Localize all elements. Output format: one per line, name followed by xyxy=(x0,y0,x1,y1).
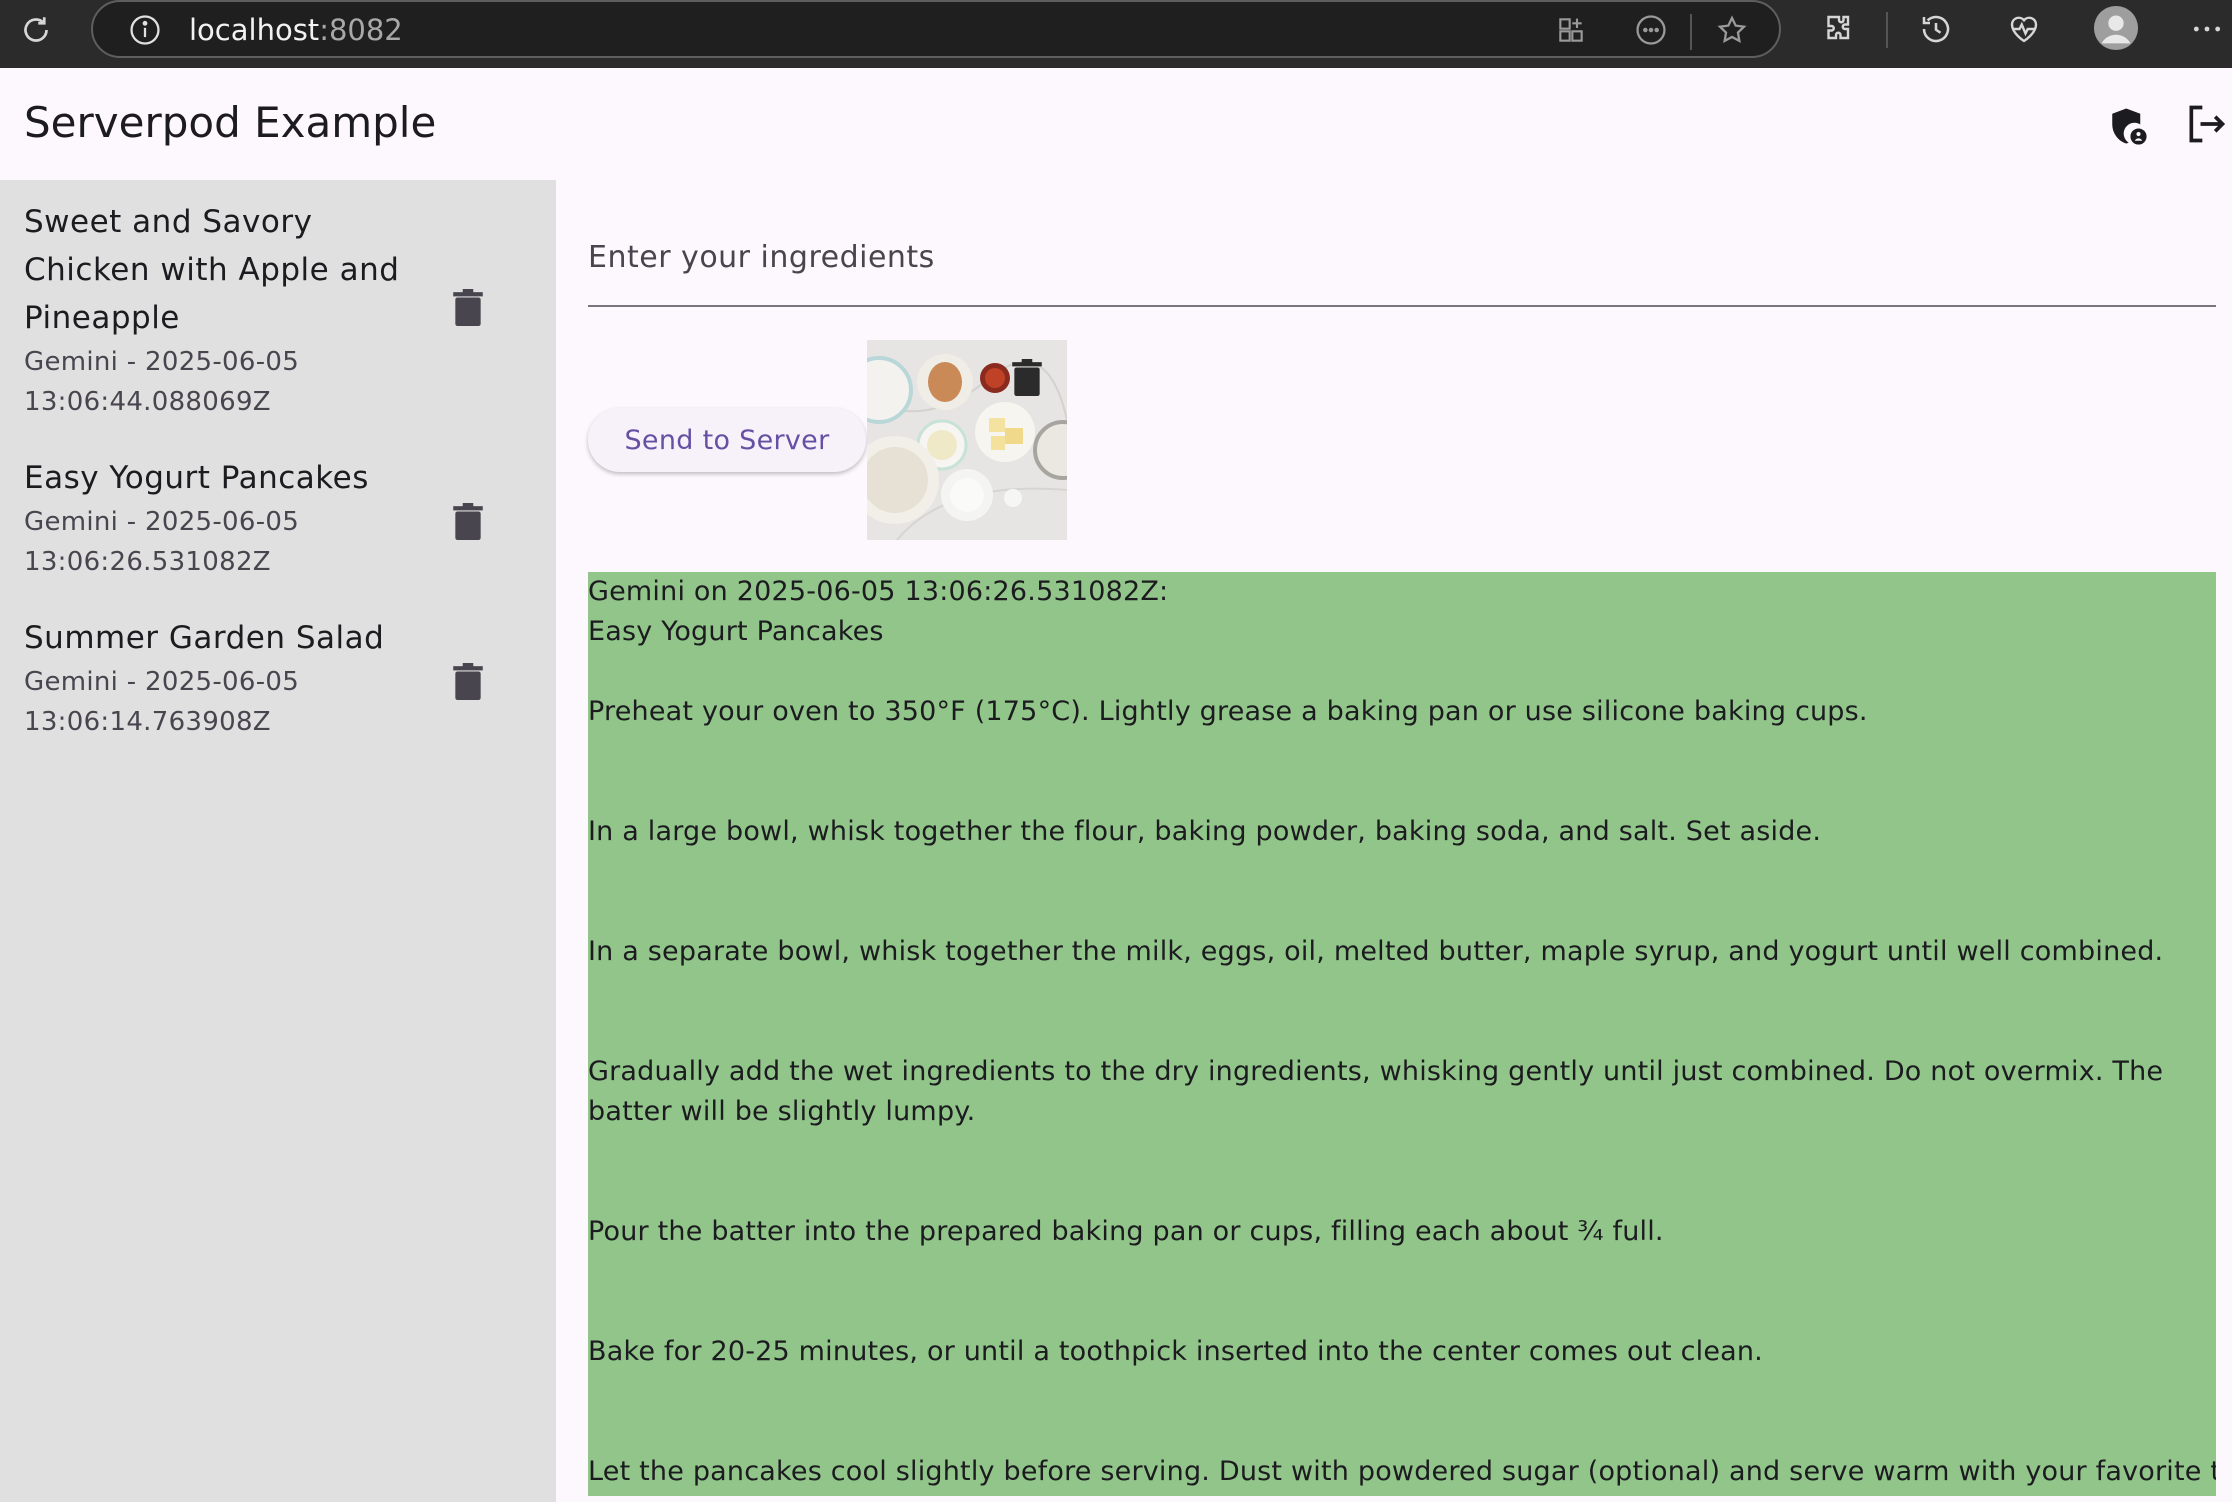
url-port: :8082 xyxy=(319,13,403,47)
response-header: Gemini on 2025-06-05 13:06:26.531082Z: xyxy=(588,576,1169,607)
delete-recipe-button[interactable] xyxy=(446,284,490,332)
app-grid-icon[interactable] xyxy=(1551,10,1591,50)
trash-icon xyxy=(453,663,483,700)
trash-icon xyxy=(453,503,483,540)
recipe-subtitle: Gemini - 2025-06-05 13:06:44.088069Z xyxy=(24,347,300,417)
recipe-title: Easy Yogurt Pancakes xyxy=(24,460,369,496)
trash-icon xyxy=(453,289,483,326)
delete-recipe-button[interactable] xyxy=(446,498,490,546)
response-step: In a large bowl, whisk together the flou… xyxy=(588,816,1822,847)
site-info-icon[interactable] xyxy=(125,10,165,50)
recipe-history-sidebar: Sweet and Savory Chicken with Apple and … xyxy=(0,180,556,1502)
recipe-subtitle: Gemini - 2025-06-05 13:06:14.763908Z xyxy=(24,667,300,737)
send-to-server-button[interactable]: Send to Server xyxy=(588,408,866,472)
recipe-response: Gemini on 2025-06-05 13:06:26.531082Z: E… xyxy=(588,572,2216,1496)
extensions-icon[interactable] xyxy=(1818,8,1860,50)
response-step: Preheat your oven to 350°F (175°C). Ligh… xyxy=(588,696,1868,727)
response-step: Bake for 20-25 minutes, or until a tooth… xyxy=(588,1336,1763,1367)
toolbar-divider xyxy=(1690,14,1692,50)
logout-icon[interactable] xyxy=(2182,100,2230,148)
trash-icon xyxy=(1012,359,1042,396)
remove-photo-button[interactable] xyxy=(1010,358,1044,398)
history-icon[interactable] xyxy=(1915,8,1957,50)
profile-avatar-icon[interactable] xyxy=(2092,4,2140,52)
response-step: Pour the batter into the prepared baking… xyxy=(588,1216,1664,1247)
response-step: In a separate bowl, whisk together the m… xyxy=(588,936,2164,967)
security-shield-icon[interactable] xyxy=(2104,102,2152,150)
more-menu-icon[interactable] xyxy=(2186,8,2228,50)
list-item[interactable]: Easy Yogurt Pancakes Gemini - 2025-06-05… xyxy=(0,446,556,606)
response-recipe-title: Easy Yogurt Pancakes xyxy=(588,616,884,647)
recipe-title: Sweet and Savory Chicken with Apple and … xyxy=(24,204,400,336)
browser-toolbar: localhost:8082 xyxy=(0,0,2232,68)
delete-recipe-button[interactable] xyxy=(446,658,490,706)
url-host: localhost xyxy=(189,13,320,47)
toolbar-divider xyxy=(1886,12,1888,48)
list-item[interactable]: Sweet and Savory Chicken with Apple and … xyxy=(0,190,556,440)
address-bar[interactable]: localhost:8082 xyxy=(91,0,1781,58)
recipe-subtitle: Gemini - 2025-06-05 13:06:26.531082Z xyxy=(24,507,300,577)
ingredients-input[interactable]: Enter your ingredients xyxy=(588,240,935,275)
url-text[interactable]: localhost:8082 xyxy=(189,13,403,47)
ingredients-input-underline xyxy=(588,305,2216,307)
list-item[interactable]: Summer Garden Salad Gemini - 2025-06-05 … xyxy=(0,606,556,766)
page-title: Serverpod Example xyxy=(24,98,437,147)
health-icon[interactable] xyxy=(2003,8,2045,50)
response-step: Let the pancakes cool slightly before se… xyxy=(588,1456,2216,1487)
app-bar: Serverpod Example xyxy=(0,68,2232,180)
response-step: Gradually add the wet ingredients to the… xyxy=(588,1056,2164,1127)
reload-icon[interactable] xyxy=(14,8,58,52)
recipe-title: Summer Garden Salad xyxy=(24,620,385,656)
more-circle-icon[interactable] xyxy=(1631,10,1671,50)
favorite-star-icon[interactable] xyxy=(1712,10,1752,50)
